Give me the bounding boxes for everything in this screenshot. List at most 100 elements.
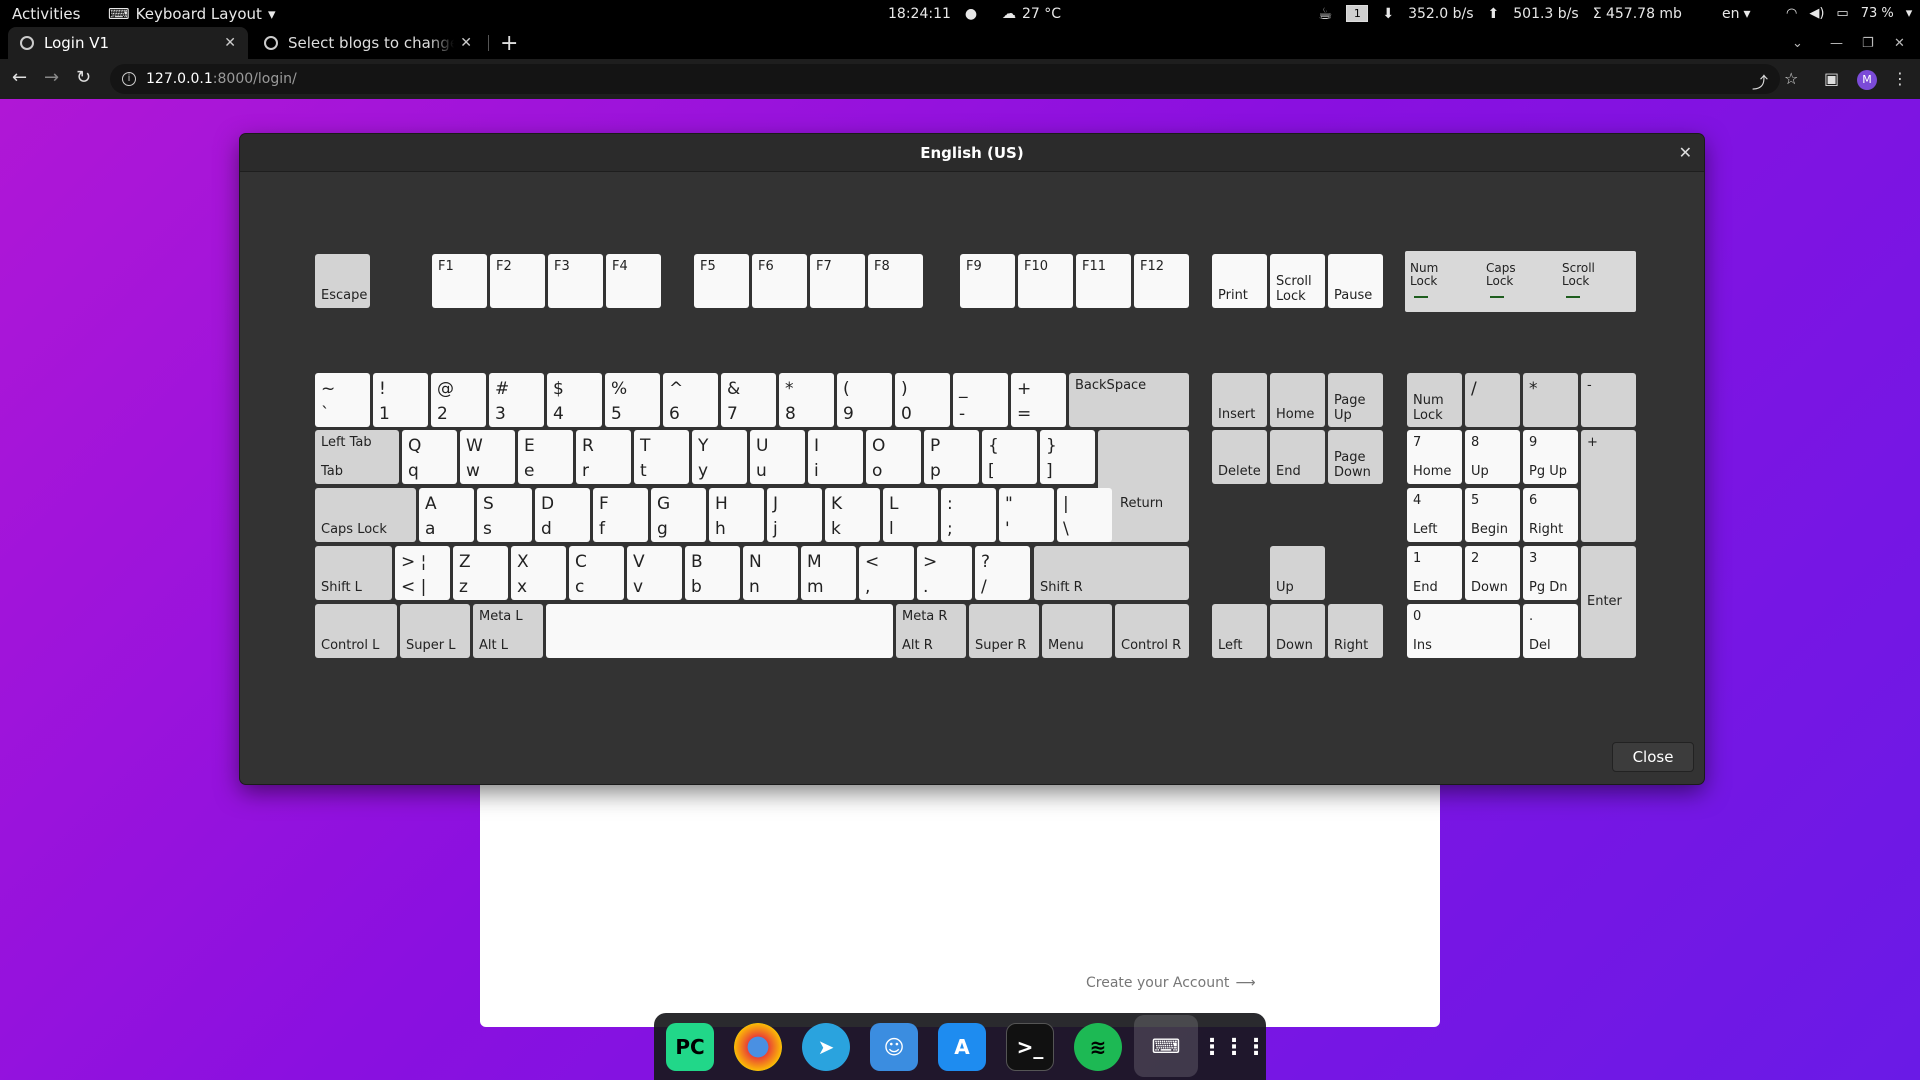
key-upper-label: F2 [496,259,512,274]
terminal-icon[interactable]: >_ [1006,1023,1054,1071]
key-left-tab: Left Tab Tab [315,430,399,484]
keyboard-app-icon[interactable]: ⌨ [1134,1015,1198,1077]
close-icon[interactable]: ✕ [460,35,472,51]
key-label: Super L [406,638,456,654]
keyboard-layout: Return Escape F1 F2 F3 F4 F5 F6 F7 F8 F9 F10 F11 F12 P… [240,134,1704,784]
key-lower-label: l [889,518,894,539]
show-apps-grid-icon[interactable]: ⋮⋮⋮ [1201,1023,1267,1071]
back-icon[interactable]: ← [12,67,27,88]
key-4: 4 Left [1407,488,1462,542]
browser-toolbar: ← → ↻ i 127.0.0.1:8000/login/ ⤴ ☆ ▣ ⋮ [0,59,1920,99]
key-lower-label: 5 [611,403,622,424]
key-lower-label: f [599,518,605,539]
key-lower-label: 7 [727,403,738,424]
key-label: Return [1120,496,1164,511]
key-t: Tt [634,430,689,484]
key-label: Control R [1121,638,1182,654]
system-monitor[interactable]: ☕ 1 ⬇ 352.0 b/s ⬆ 501.3 b/s Σ 457.78 mb [1318,0,1682,27]
workspace-indicator[interactable]: 1 [1346,5,1369,22]
tab-select-blogs[interactable]: Select blogs to change | Django ✕ [252,27,484,59]
reload-icon[interactable]: ↻ [76,67,91,88]
create-account-link[interactable]: Create your Account ⟶ [1086,975,1256,991]
new-tab-icon[interactable]: + [500,31,518,56]
clock[interactable]: 18:24:11 ● [888,0,977,27]
key--: - [1581,373,1636,427]
site-info-icon[interactable]: i [122,72,136,86]
profile-avatar[interactable]: M [1857,70,1877,90]
minimize-icon[interactable]: — [1830,27,1843,59]
key-lower-label: Pg Dn [1529,580,1568,596]
key-lower-label: Del [1529,638,1551,654]
key-lower-label: z [459,576,468,597]
key-lower-label: - [959,403,966,424]
key-num-lock: Num Lock [1407,373,1462,427]
key-!: ! 1 [373,373,428,427]
close-icon[interactable]: ✕ [224,35,236,51]
key-w: Ww [460,430,515,484]
key-upper-label: F6 [758,259,774,274]
key-upper-label: # [495,379,510,399]
key-meta-l: Meta L Alt L [473,604,543,658]
key-lower-label: ` [321,403,330,424]
key-lower-label: o [872,460,883,481]
share-icon[interactable]: ⤴ [1752,69,1768,93]
login-card: Create your Account ⟶ [480,779,1440,1027]
url-host: 127.0.0.1 [146,71,213,87]
key-lower-label: / [981,576,987,597]
key-upper-label: Q [408,436,422,456]
key-f6: F6 [752,254,807,308]
key-label: Shift R [1040,580,1083,596]
key-upper-label: A [425,494,437,514]
key-~: ~ ` [315,373,370,427]
restore-icon[interactable]: ❐ [1862,27,1874,59]
finder-icon[interactable]: ☺ [870,1023,918,1071]
tab-search-icon[interactable]: ⌄ [1792,27,1803,59]
key-lower-label: Home [1413,464,1452,480]
spotify-icon[interactable]: ≋ [1074,1023,1122,1071]
chrome-icon[interactable] [734,1023,782,1071]
key-lower-label: m [807,576,824,597]
dock: PC ➤ ☺ A >_ ≋ ⌨ ⋮⋮⋮ [654,1013,1267,1080]
key-lower-label: 4 [553,403,564,424]
software-center-icon[interactable]: A [938,1023,986,1071]
key-6: 6 Right [1523,488,1578,542]
side-panel-icon[interactable]: ▣ [1824,69,1839,88]
key-b: Bb [685,546,740,600]
menu-dots-icon[interactable]: ⋮ [1892,69,1908,88]
activities-button[interactable]: Activities [12,0,80,27]
key-label: Insert [1218,407,1256,423]
tab-login[interactable]: Login V1 ✕ [8,27,248,59]
address-bar[interactable]: i 127.0.0.1:8000/login/ [110,64,1780,94]
bookmark-star-icon[interactable]: ☆ [1784,69,1798,88]
system-menu[interactable]: ◠ ◀) ▭ 73 % ▾ [1786,0,1912,27]
close-window-icon[interactable]: ✕ [1894,27,1905,59]
key-*: * 8 [779,373,834,427]
key-print: Print [1212,254,1267,308]
key-backspace: BackSpace [1069,373,1189,427]
key-label: Caps Lock [321,522,387,538]
key-upper-label: 7 [1413,435,1422,450]
key-upper-label: $ [553,379,564,399]
key-f4: F4 [606,254,661,308]
forward-icon[interactable]: → [44,67,59,88]
key-upper-label: ~ [321,379,336,399]
key-label: Enter [1587,594,1622,610]
key-upper-label: Meta R [902,609,948,624]
key-+: + = [1011,373,1066,427]
keyboard-layout-menu[interactable]: ⌨ Keyboard Layout ▾ [108,0,275,27]
input-language-menu[interactable]: en ▾ [1722,0,1751,27]
key-lower-label: Up [1471,464,1489,480]
key-upper-label: ? [981,552,991,572]
key-insert: Insert [1212,373,1267,427]
weather-indicator[interactable]: ☁ 27 °C [1002,0,1061,27]
pycharm-icon[interactable]: PC [666,1023,714,1071]
net-down-value: 352.0 b/s [1408,5,1474,22]
key-d: Dd [535,488,590,542]
key-f12: F12 [1134,254,1189,308]
close-button[interactable]: Close [1612,742,1694,772]
weather-temp: 27 °C [1022,5,1062,22]
telegram-icon[interactable]: ➤ [802,1023,850,1071]
key-upper-label: + [1587,435,1598,450]
key-upper-label: @ [437,379,454,399]
key-meta-r: Meta R Alt R [896,604,966,658]
